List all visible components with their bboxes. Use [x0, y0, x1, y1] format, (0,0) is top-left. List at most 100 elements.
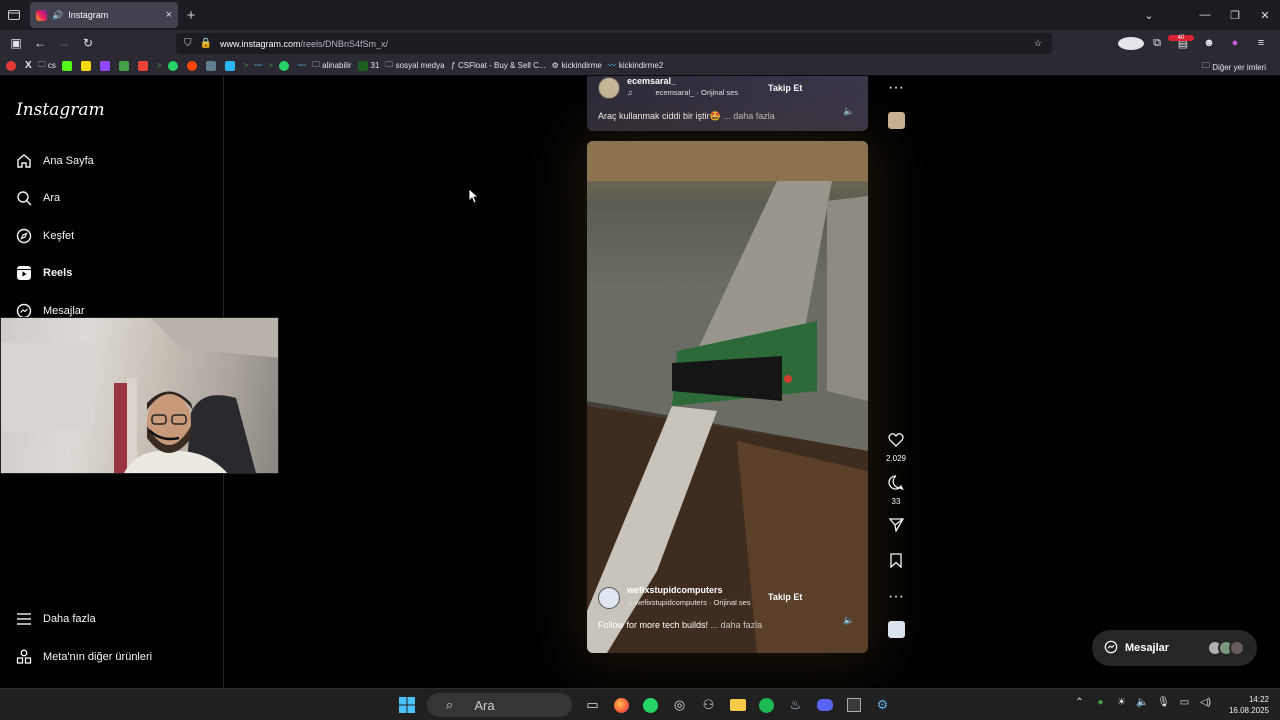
reel-current[interactable]: wefixstupidcomputers ♫ wefixstupidcomput… [587, 141, 868, 653]
sidebar-item-meta[interactable]: Meta'nın diğer ürünleri [16, 649, 152, 665]
audio-thumbnail[interactable] [888, 112, 905, 129]
whatsapp2-bookmark-icon[interactable] [278, 60, 292, 71]
volume-tray-icon[interactable]: 🔈 [1132, 697, 1153, 708]
brightness-icon[interactable]: ☀ [1111, 697, 1132, 708]
store-icon[interactable] [839, 693, 868, 717]
arrow2-bookmark-icon[interactable]: > [244, 61, 249, 70]
kick-bookmark-icon[interactable] [61, 60, 75, 71]
bookmark-csfloat[interactable]: ƒ CSFloat - Buy & Sell C... [451, 61, 546, 70]
reel-username[interactable]: ecemsaral_ [627, 76, 676, 86]
volume-icon[interactable]: 🔈 [843, 106, 854, 117]
bookmark-star-icon[interactable]: ☆ [1034, 38, 1042, 49]
whatsapp-bookmark-icon[interactable] [167, 60, 181, 71]
tab-overflow-chevron-icon[interactable]: ⌄ [1134, 9, 1164, 22]
task-view-icon[interactable]: ▭ [578, 693, 607, 717]
new-tab-button[interactable]: + [178, 7, 204, 24]
s-bookmark-icon[interactable] [80, 60, 94, 71]
twitch-bookmark-icon[interactable] [99, 60, 113, 71]
bookmark-kickindirme2[interactable]: 〰 kickindirme2 [608, 60, 663, 71]
speaker-icon[interactable]: 🔊 [52, 10, 63, 21]
sidebar-item-home[interactable]: Ana Sayfa [16, 153, 94, 169]
microphone-icon[interactable]: 🎙 [1153, 697, 1174, 708]
extension-v-icon[interactable]: V [1118, 36, 1144, 50]
minimize-button[interactable]: — [1190, 9, 1220, 21]
reddit-bookmark-icon[interactable] [186, 60, 200, 71]
youtube-bookmark-icon[interactable] [6, 60, 19, 71]
layers-bookmark-icon[interactable] [224, 60, 238, 71]
sidebar-toggle-icon[interactable]: ▣ [4, 36, 28, 50]
x-bookmark-icon[interactable]: X [25, 60, 32, 71]
file-explorer-icon[interactable] [723, 693, 752, 717]
reload-button[interactable]: ↻ [76, 36, 100, 50]
gmail-bookmark-icon[interactable] [137, 60, 151, 71]
bookmark-kickindirme[interactable]: ⚙ kickindirme [552, 61, 602, 70]
tray-app-icon[interactable]: ● [1090, 697, 1111, 708]
more-link[interactable]: ... daha fazla [723, 111, 775, 121]
sidebar-item-more[interactable]: Daha fazla [16, 611, 96, 627]
spotify-icon[interactable] [752, 693, 781, 717]
bookmark-31[interactable]: 31 [357, 60, 379, 71]
extensions-puzzle-icon[interactable]: ⧉ [1144, 37, 1170, 50]
arrow3-bookmark-icon[interactable]: > [268, 61, 273, 70]
avatar[interactable] [598, 77, 620, 99]
obs-icon[interactable]: ◎ [665, 693, 694, 717]
shield-icon[interactable]: ⛉ [184, 38, 192, 49]
firefox-icon[interactable] [607, 693, 636, 717]
app-bookmark-icon[interactable] [205, 60, 219, 71]
browser-tab[interactable]: 🔊 Instagram × [30, 2, 178, 28]
url-bar[interactable]: ⛉ 🔒 www.instagram.com/reels/DNBnS4fSm_x/… [176, 33, 1052, 54]
messages-pill[interactable]: Mesajlar [1092, 630, 1257, 666]
whatsapp-icon[interactable] [636, 693, 665, 717]
reel-previous[interactable]: ecemsaral_ ♫ ecemsaral_ · Orijinal ses T… [587, 76, 868, 131]
tab-list-icon[interactable] [0, 0, 28, 30]
other-bookmarks[interactable]: 🗀 Diğer yer imleri [1202, 60, 1266, 74]
share-button[interactable] [880, 518, 912, 537]
windows-start-icon[interactable] [392, 693, 421, 717]
volume-icon[interactable]: 🔈 [843, 615, 854, 626]
extension-badge-icon[interactable]: ▤ 40 [1168, 34, 1196, 50]
reel-audio[interactable]: ♫ ecemsaral_ · Orijinal ses [627, 88, 738, 97]
like-button[interactable]: 2.029 [880, 432, 912, 463]
avatar[interactable] [598, 587, 620, 609]
steam-icon[interactable]: ♨ [781, 693, 810, 717]
extension-mask-icon[interactable]: ☻ [1196, 37, 1222, 49]
menu-hamburger-icon[interactable]: ≡ [1248, 37, 1274, 49]
bookmark-folder-cs[interactable]: 🗀 cs [38, 59, 56, 73]
lock-icon[interactable]: 🔒 [200, 38, 212, 49]
taskbar-clock[interactable]: 14:22 16.08.2025 [1229, 694, 1269, 716]
display-icon[interactable]: ▭ [1174, 697, 1195, 708]
back-button[interactable]: ← [28, 36, 52, 50]
app-red-badge-icon[interactable]: ⚇ [694, 693, 723, 717]
sidebar-item-search[interactable]: Ara [16, 190, 60, 206]
reel-audio[interactable]: ♫ wefixstupidcomputers · Orijinal ses [627, 598, 751, 607]
tray-chevron-icon[interactable]: ⌃ [1069, 697, 1090, 708]
app-gear-icon[interactable]: ⚙ [868, 693, 897, 717]
sidebar-item-explore[interactable]: Keşfet [16, 228, 74, 244]
forward-button[interactable]: → [52, 36, 76, 50]
wave2-bookmark-icon[interactable]: 〰 [298, 60, 306, 71]
save-button[interactable] [880, 553, 912, 573]
audio-thumbnail[interactable] [888, 621, 905, 638]
more-options-icon[interactable]: ··· [880, 79, 912, 97]
bookmark-folder-alinabilir[interactable]: 🗀 alinabilir [312, 59, 352, 73]
sidebar-item-reels[interactable]: Reels [16, 265, 72, 281]
wave-bookmark-icon[interactable]: 〰 [254, 60, 262, 71]
reel-username[interactable]: wefixstupidcomputers [627, 585, 723, 595]
sidebar-item-label: Daha fazla [43, 613, 96, 625]
more-options-icon[interactable]: ··· [880, 588, 912, 606]
profile-icon[interactable]: ● [1222, 37, 1248, 49]
discord-icon[interactable] [810, 693, 839, 717]
bookmark-folder-sosyal-medya[interactable]: 🗀 sosyal medya [385, 59, 444, 73]
taskbar-search[interactable]: ⌕ Ara [427, 693, 572, 717]
download-bookmark-icon[interactable] [118, 60, 132, 71]
instagram-logo[interactable]: Instagram [16, 100, 105, 120]
arrow-bookmark-icon[interactable]: > [157, 61, 162, 70]
close-window-button[interactable]: ✕ [1250, 9, 1280, 22]
restore-button[interactable]: ❐ [1220, 9, 1250, 22]
follow-button[interactable]: Takip Et [768, 592, 802, 602]
tab-close-icon[interactable]: × [166, 9, 172, 21]
follow-button[interactable]: Takip Et [768, 83, 802, 93]
speaker-tray-icon[interactable]: ◁) [1195, 697, 1216, 708]
more-link[interactable]: ... daha fazla [711, 620, 763, 630]
comment-button[interactable]: 33 [880, 475, 912, 506]
